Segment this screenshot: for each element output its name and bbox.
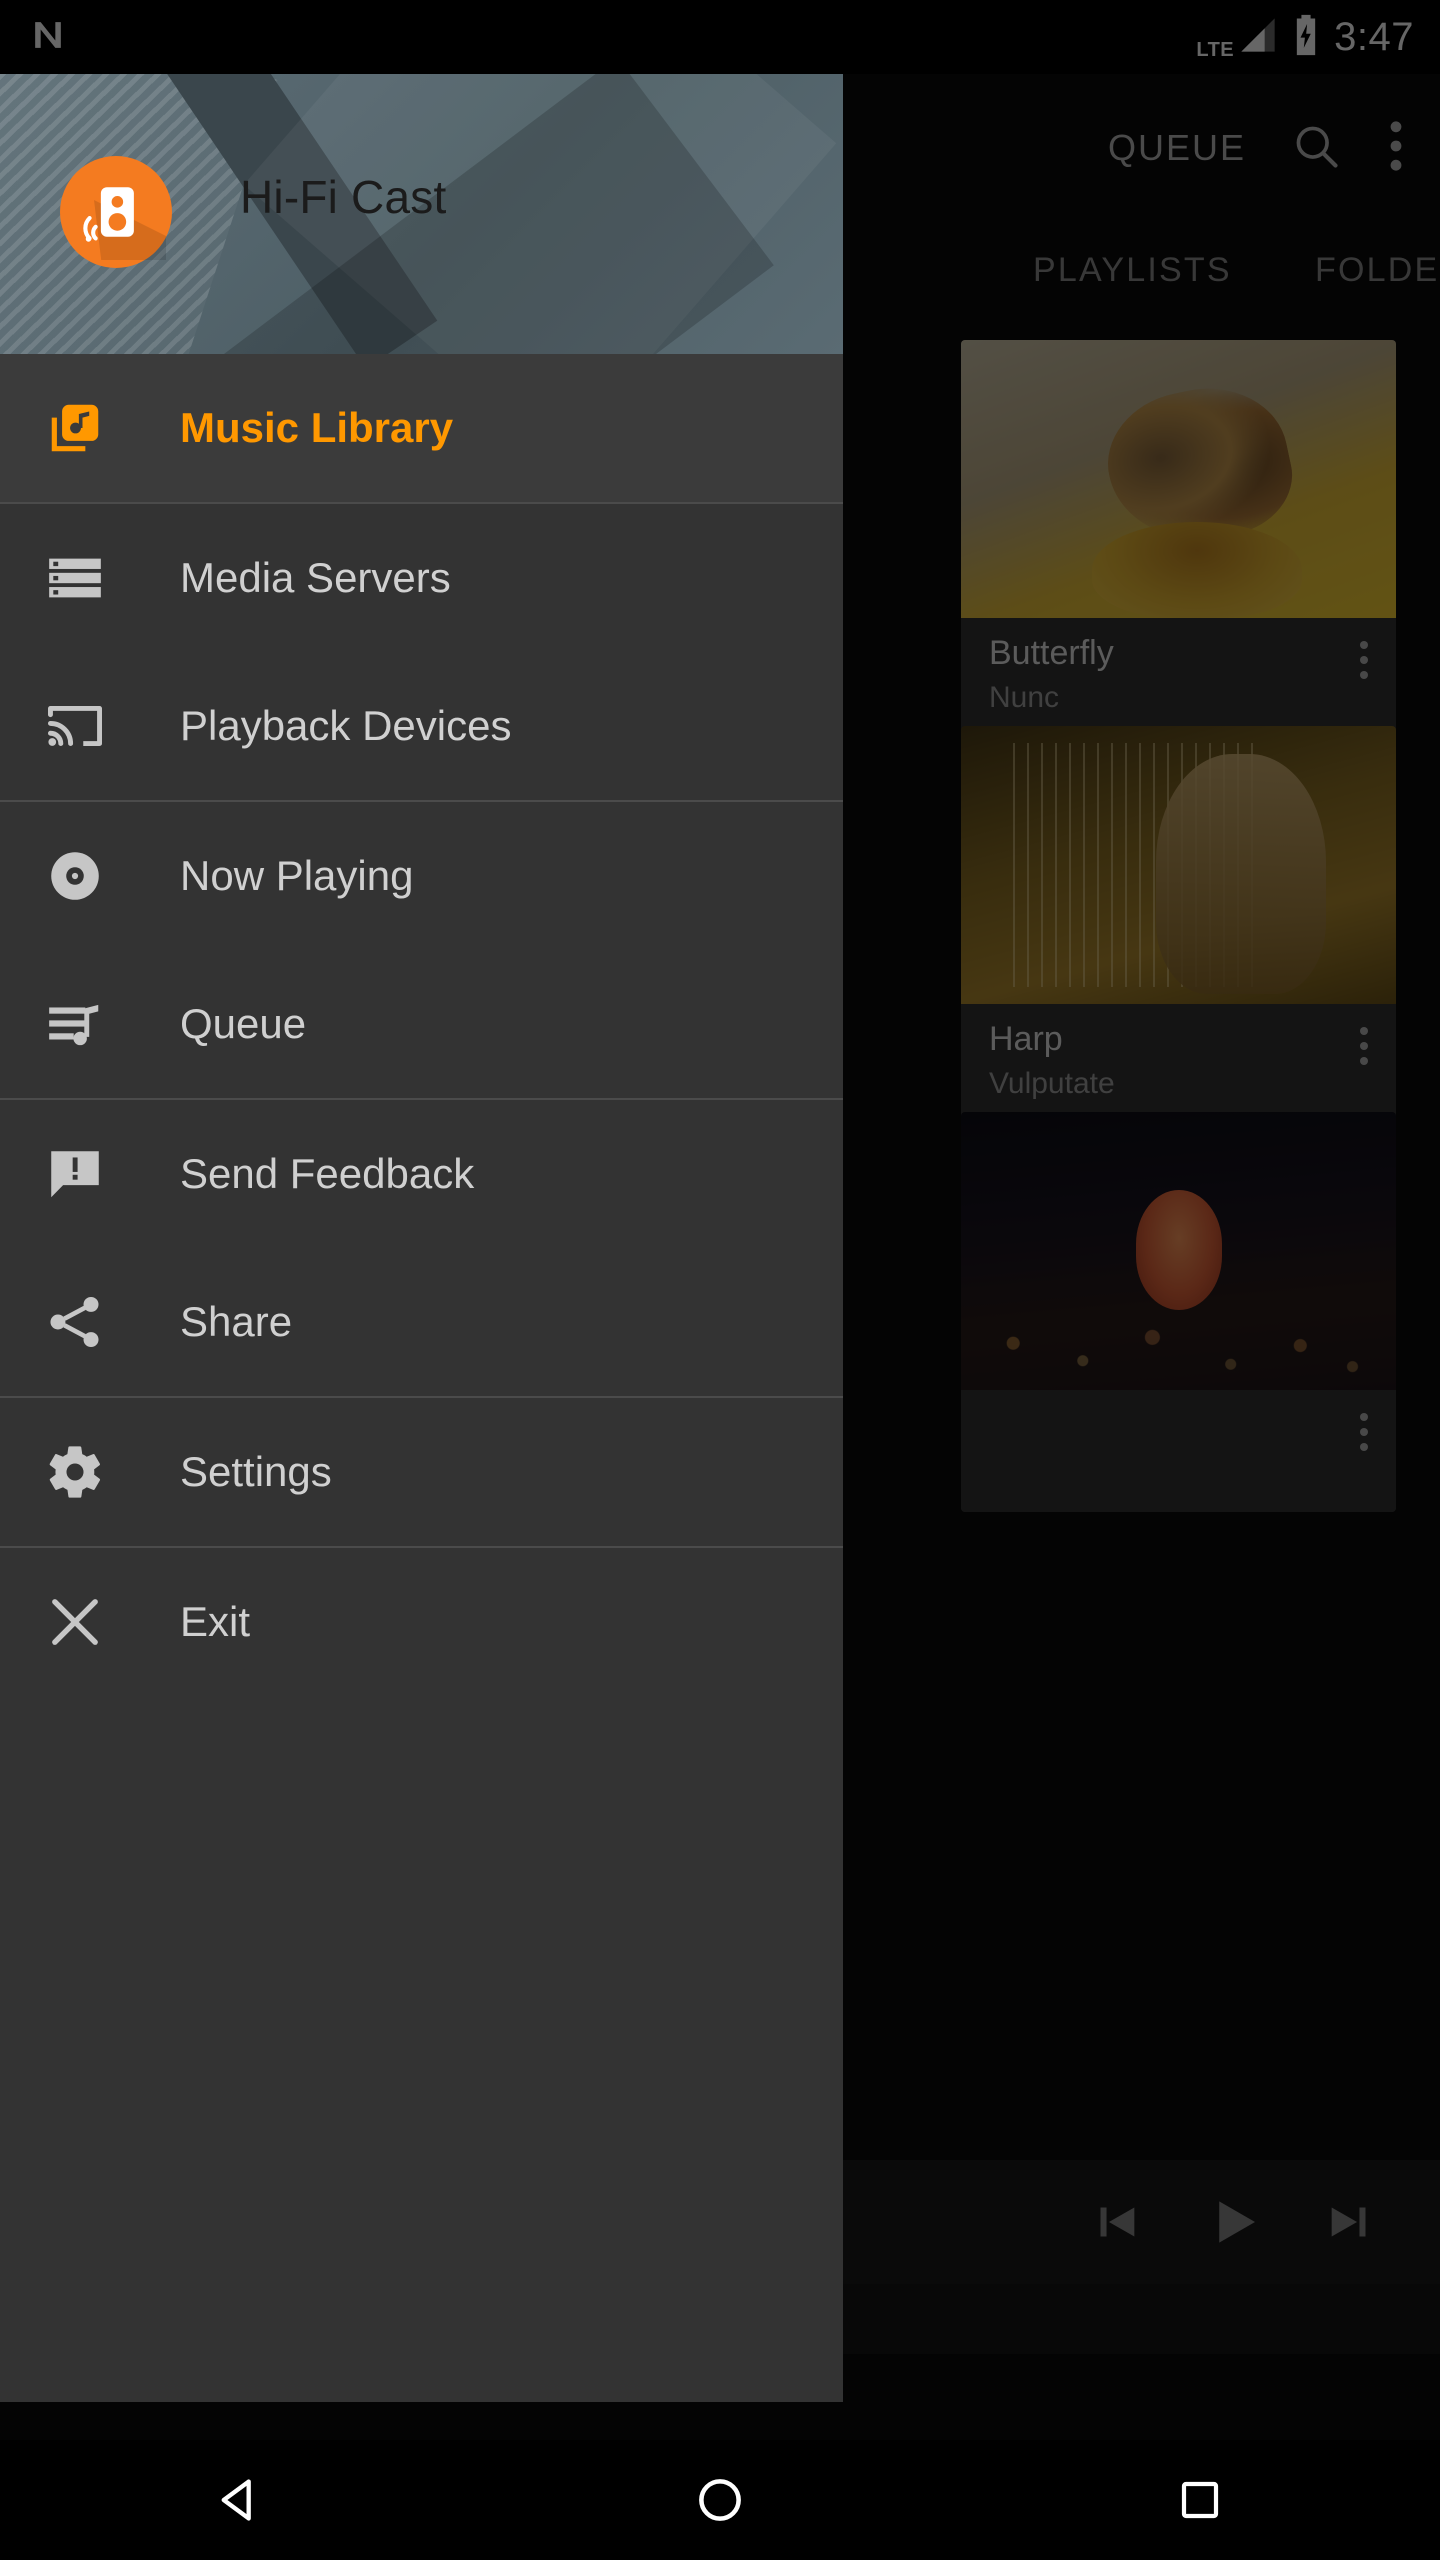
share-icon: [44, 1291, 116, 1353]
drawer-header: Hi-Fi Cast: [0, 74, 843, 354]
cast-icon: [44, 695, 116, 757]
recents-square-icon[interactable]: [1100, 2440, 1300, 2560]
back-triangle-icon[interactable]: [140, 2440, 340, 2560]
navigation-drawer: Hi-Fi Cast Music Library: [0, 74, 843, 2402]
drawer-item-music-library[interactable]: Music Library: [0, 354, 843, 502]
drawer-item-label: Now Playing: [180, 852, 413, 900]
drawer-item-settings[interactable]: Settings: [0, 1398, 843, 1546]
drawer-item-label: Queue: [180, 1000, 306, 1048]
drawer-app-name: Hi-Fi Cast: [240, 170, 446, 224]
drawer-item-media-servers[interactable]: Media Servers: [0, 504, 843, 652]
drawer-item-label: Settings: [180, 1448, 332, 1496]
drawer-item-share[interactable]: Share: [0, 1248, 843, 1396]
app-screen: QUEUE TISTS PLAYLISTS FOLDE: [0, 0, 1440, 2560]
album-disc-icon: [44, 845, 116, 907]
drawer-item-label: Exit: [180, 1598, 250, 1646]
speaker-cast-icon: [60, 156, 172, 268]
android-nav-bar: [0, 2440, 1440, 2560]
drawer-item-label: Send Feedback: [180, 1150, 474, 1198]
home-circle-icon[interactable]: [620, 2440, 820, 2560]
drawer-item-now-playing[interactable]: Now Playing: [0, 802, 843, 950]
storage-server-icon: [44, 547, 116, 609]
drawer-item-playback-devices[interactable]: Playback Devices: [0, 652, 843, 800]
drawer-item-send-feedback[interactable]: Send Feedback: [0, 1100, 843, 1248]
drawer-item-exit[interactable]: Exit: [0, 1548, 843, 1696]
drawer-item-label: Share: [180, 1298, 292, 1346]
playlist-play-icon: [44, 993, 116, 1055]
close-icon: [44, 1591, 116, 1653]
drawer-item-label: Media Servers: [180, 554, 451, 602]
drawer-item-queue[interactable]: Queue: [0, 950, 843, 1098]
feedback-icon: [44, 1143, 116, 1205]
library-music-icon: [44, 397, 116, 459]
drawer-menu-list: Music Library Media Servers: [0, 354, 843, 1696]
drawer-item-label: Music Library: [180, 404, 453, 452]
drawer-item-label: Playback Devices: [180, 702, 511, 750]
gear-icon: [44, 1441, 116, 1503]
